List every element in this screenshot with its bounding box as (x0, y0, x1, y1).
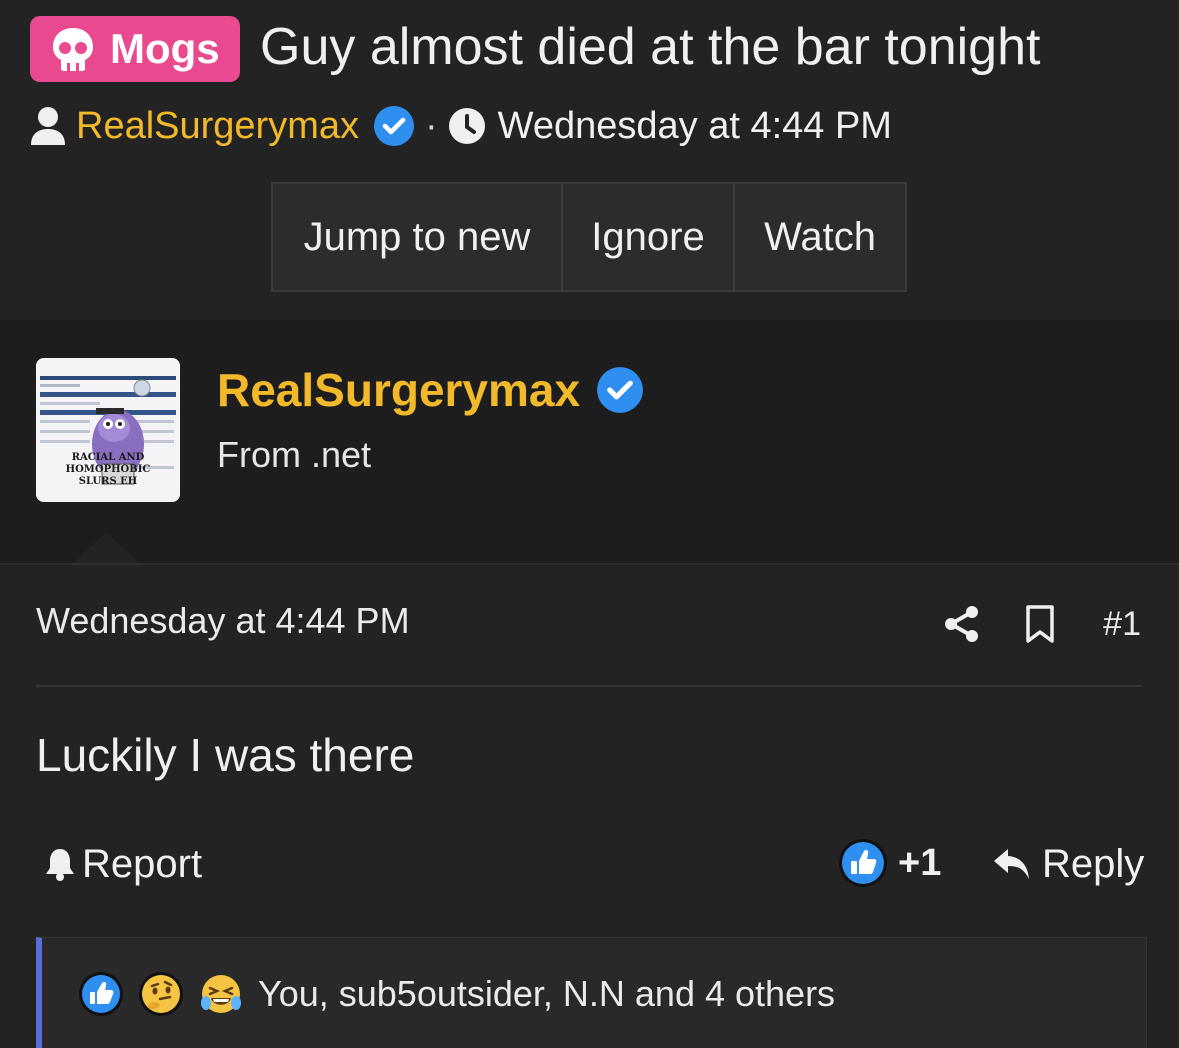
verified-icon (374, 106, 414, 146)
skull-icon (53, 28, 93, 71)
reactions-bar[interactable]: You, sub5outsider, N.N and 4 others (36, 937, 1147, 1048)
laughing-emoji (201, 975, 241, 1013)
thinking-emoji (139, 972, 183, 1016)
avatar-caption-line: SLURS EH (78, 476, 138, 487)
like-icon (79, 972, 123, 1016)
share-icon[interactable] (943, 605, 981, 643)
post-number-link[interactable]: #1 (1103, 605, 1141, 644)
prefix-label: Mogs (110, 25, 220, 72)
thread-date[interactable]: Wednesday at 4:44 PM (498, 105, 892, 148)
post-username-link[interactable]: RealSurgerymax (217, 363, 580, 417)
post-pointer-arrow (72, 532, 140, 564)
like-button[interactable]: +1 (838, 836, 941, 890)
prefix-badge[interactable]: Mogs (30, 16, 240, 82)
avatar-caption-line: RACIAL AND HOMOPHOBIC (65, 452, 151, 475)
reactions-summary: You, sub5outsider, N.N and 4 others (78, 970, 835, 1018)
thread-meta: RealSurgerymax · Wednesday at 4:44 PM (30, 100, 892, 152)
reply-button[interactable]: Reply (992, 838, 1144, 890)
thread-header: Mogs Guy almost died at the bar tonight … (0, 0, 1179, 320)
like-count: +1 (898, 841, 942, 884)
user-title: From .net (217, 434, 372, 475)
post-username: RealSurgerymax (217, 362, 644, 418)
meta-separator: · (425, 104, 438, 147)
reactions-text[interactable]: You, sub5outsider, N.N and 4 others (258, 973, 835, 1015)
post-date[interactable]: Wednesday at 4:44 PM (36, 600, 410, 642)
avatar-caption: RACIAL AND HOMOPHOBIC SLURS EH (38, 452, 178, 488)
divider (0, 563, 1179, 565)
clock-icon (448, 108, 485, 144)
avatar[interactable]: RACIAL AND HOMOPHOBIC SLURS EH (36, 358, 180, 502)
divider (36, 685, 1142, 687)
bookmark-icon[interactable] (1025, 605, 1055, 643)
user-icon (31, 107, 65, 145)
report-button[interactable]: Report (44, 838, 202, 890)
reply-icon (994, 849, 1029, 879)
post-header-actions: #1 (943, 598, 1141, 650)
thread-action-group: Jump to new Ignore Watch (271, 182, 907, 292)
post-body: Luckily I was there (36, 729, 415, 781)
jump-to-new-button[interactable]: Jump to new (273, 184, 561, 290)
report-label: Report (82, 841, 203, 886)
thread-page: Mogs Guy almost died at the bar tonight … (0, 0, 1179, 1048)
thread-author-link[interactable]: RealSurgerymax (76, 105, 359, 148)
thread-title: Guy almost died at the bar tonight (260, 18, 1041, 76)
like-icon (839, 839, 887, 887)
post-user-block: RACIAL AND HOMOPHOBIC SLURS EH RealSurge… (0, 320, 1179, 564)
verified-icon (597, 367, 643, 413)
bell-icon (46, 849, 74, 881)
reply-label: Reply (1042, 841, 1145, 886)
watch-button[interactable]: Watch (733, 184, 905, 290)
ignore-button[interactable]: Ignore (561, 184, 733, 290)
